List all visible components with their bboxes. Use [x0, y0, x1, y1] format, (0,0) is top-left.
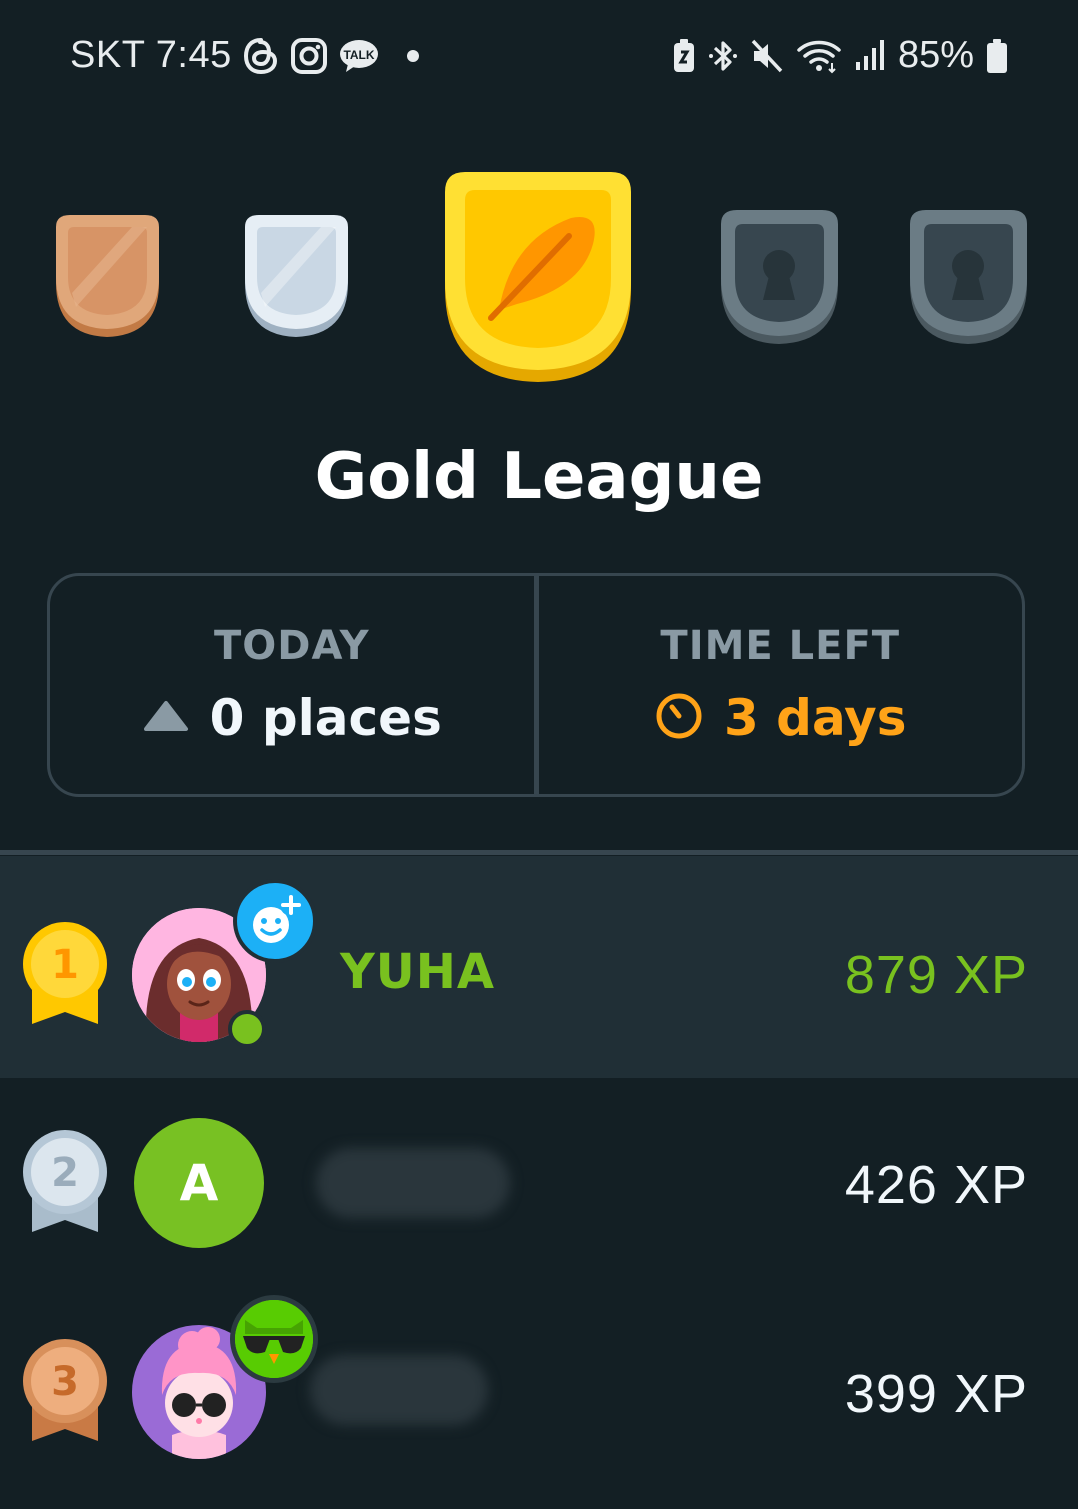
today-value-row: 0 places — [142, 689, 442, 747]
online-status-indicator — [228, 1010, 266, 1048]
add-friend-icon[interactable] — [233, 879, 317, 963]
battery-icon — [986, 38, 1008, 74]
leaderboard-row-1[interactable]: 1 YUHA 879 XP — [0, 856, 1078, 1078]
time-left-stat: TIME LEFT 3 days — [533, 576, 1023, 794]
league-badges — [0, 160, 1078, 400]
kakaotalk-label: TALK — [343, 48, 374, 62]
today-label: TODAY — [213, 623, 370, 669]
section-divider — [0, 850, 1078, 855]
locked-league-badge-4[interactable] — [717, 210, 842, 350]
time-left-value: 3 days — [723, 689, 907, 747]
leaderboard-row-2[interactable]: 2 A 426 XP — [0, 1078, 1078, 1300]
notification-dot — [406, 49, 420, 63]
rank-3-medal-icon: 3 — [20, 1337, 110, 1451]
wifi-icon — [796, 38, 842, 74]
rank-2-number: 2 — [51, 1150, 79, 1196]
avatar[interactable]: A — [134, 1118, 264, 1248]
leaderboard-row-3[interactable]: 3 399 XP — [0, 1287, 1078, 1509]
blurred-user-name — [310, 1355, 488, 1425]
user-name: YUHA — [340, 944, 496, 1000]
duo-sunglasses-icon — [230, 1295, 318, 1383]
rank-1-number: 1 — [51, 942, 79, 988]
mute-icon — [750, 38, 784, 74]
today-stat: TODAY 0 places — [50, 576, 534, 794]
instagram-icon — [290, 37, 328, 75]
rank-change-arrow-icon — [142, 699, 190, 737]
battery-saver-icon — [672, 38, 696, 74]
status-bar-right: 85% — [672, 34, 1008, 77]
bluetooth-icon — [708, 38, 738, 74]
time-left-value-row: 3 days — [654, 689, 907, 747]
silver-league-badge[interactable] — [239, 215, 354, 344]
timer-icon — [654, 691, 704, 745]
battery-percentage: 85% — [897, 34, 974, 76]
kakaotalk-icon: TALK — [338, 38, 380, 74]
status-bar: SKT 7:45 TALK 85% — [0, 0, 1078, 116]
carrier-time: SKT 7:45 — [70, 34, 232, 76]
avatar-letter: A — [179, 1154, 219, 1212]
signal-icon — [854, 38, 886, 74]
threads-icon — [242, 36, 280, 76]
league-title: Gold League — [314, 440, 764, 514]
user-xp: 426 XP — [844, 1155, 1028, 1215]
today-value: 0 places — [209, 689, 442, 747]
status-bar-left: SKT 7:45 TALK — [70, 34, 420, 77]
rank-3-number: 3 — [51, 1359, 79, 1405]
rank-1-medal-icon: 1 — [20, 920, 110, 1034]
rank-2-medal-icon: 2 — [20, 1128, 110, 1242]
league-stats-box: TODAY 0 places TIME LEFT 3 days — [47, 573, 1025, 797]
blurred-user-name — [316, 1148, 510, 1218]
user-xp: 399 XP — [844, 1364, 1028, 1424]
time-left-label: TIME LEFT — [660, 623, 901, 669]
gold-league-badge[interactable] — [441, 170, 635, 389]
bronze-league-badge[interactable] — [50, 215, 165, 344]
user-xp: 879 XP — [844, 945, 1028, 1005]
locked-league-badge-5[interactable] — [906, 210, 1031, 350]
